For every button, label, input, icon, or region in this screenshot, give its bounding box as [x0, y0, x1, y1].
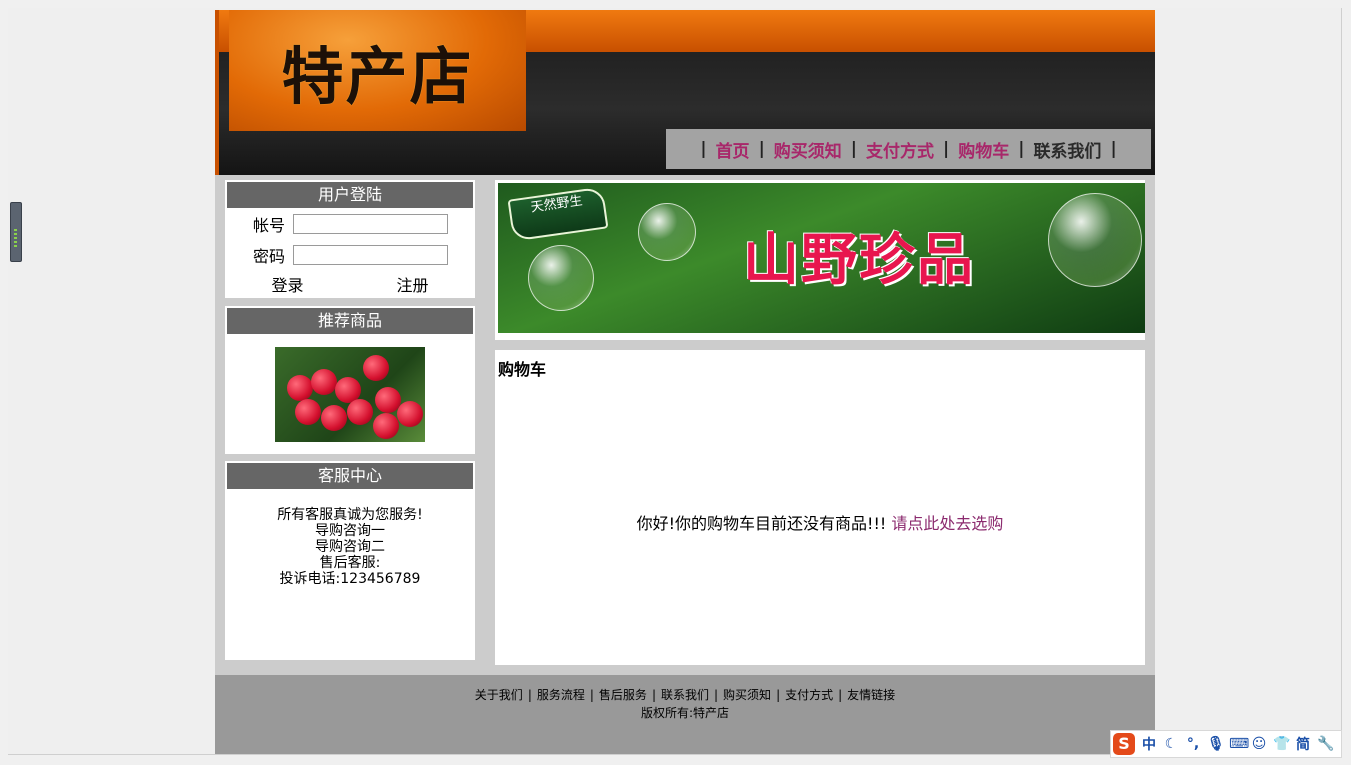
cart-title: 购物车 — [498, 360, 547, 379]
footer-link[interactable]: 支付方式 — [785, 688, 833, 702]
service-line: 导购咨询二 — [315, 539, 385, 555]
banner-tag: 天然野生 — [507, 186, 609, 242]
recommend-panel-title: 推荐商品 — [227, 308, 473, 334]
site-header: 特产店 | 首页 | 购买须知 | 支付方式 | 购物车 | 联系我们 | — [215, 10, 1155, 175]
berry-shape — [295, 399, 321, 425]
footer-link[interactable]: 售后服务 — [599, 688, 647, 702]
nav-separator: | — [1018, 139, 1025, 159]
berry-shape — [311, 369, 337, 395]
footer-separator: | — [838, 688, 843, 702]
nav-separator: | — [700, 139, 707, 159]
microphone-icon[interactable]: 🎙 — [1207, 736, 1225, 752]
service-line: 售后客服: — [319, 555, 381, 571]
login-panel: 用户登陆 帐号 密码 登录 注册 — [225, 180, 475, 298]
ime-logo-icon[interactable]: S — [1113, 733, 1135, 755]
service-line: 所有客服真诚为您服务! — [277, 507, 423, 523]
site-logo[interactable]: 特产店 — [229, 10, 526, 131]
berry-shape — [347, 399, 373, 425]
footer-link[interactable]: 服务流程 — [537, 688, 585, 702]
main-nav: | 首页 | 购买须知 | 支付方式 | 购物车 | 联系我们 | — [666, 129, 1151, 169]
cart-panel: 购物车 你好!你的购物车目前还没有商品!!! 请点此处去选购 — [495, 350, 1145, 665]
customer-service-title: 客服中心 — [227, 463, 473, 489]
go-shopping-link[interactable]: 请点此处去选购 — [891, 514, 1003, 533]
berry-shape — [373, 413, 399, 439]
footer-link[interactable]: 购买须知 — [723, 688, 771, 702]
punctuation-icon[interactable]: °, — [1185, 736, 1201, 752]
login-link[interactable]: 登录 — [271, 272, 303, 296]
ime-simplified-toggle[interactable]: 简 — [1295, 734, 1311, 754]
header-left-edge — [215, 10, 219, 175]
footer-links: 关于我们 | 服务流程 | 售后服务 | 联系我们 | 购买须知 | 支付方式 | 友情链接 — [215, 675, 1155, 703]
nav-separator: | — [1110, 139, 1117, 159]
empty-cart-text: 你好!你的购物车目前还没有商品!!! — [636, 514, 887, 533]
account-input[interactable] — [293, 213, 448, 234]
nav-separator: | — [943, 139, 950, 159]
skin-icon[interactable]: 👕 — [1273, 736, 1290, 752]
banner-container: 天然野生 山野珍品 — [495, 180, 1145, 340]
account-row: 帐号 — [225, 208, 475, 239]
account-label: 帐号 — [253, 215, 286, 235]
berry-shape — [321, 405, 347, 431]
nav-separator: | — [758, 139, 765, 159]
footer-copyright: 版权所有:特产店 — [640, 706, 730, 720]
logo-text: 特产店 — [281, 39, 474, 113]
nav-item[interactable]: 购买须知 — [774, 137, 842, 162]
banner-bubble — [1048, 193, 1142, 287]
ime-mode-toggle[interactable]: 中 — [1141, 734, 1157, 754]
login-panel-title: 用户登陆 — [227, 182, 473, 208]
footer-link[interactable]: 联系我们 — [661, 688, 709, 702]
nav-item[interactable]: 首页 — [716, 137, 750, 162]
recommend-panel: 推荐商品 — [225, 306, 475, 454]
banner-title: 山野珍品 — [743, 227, 975, 293]
password-input[interactable] — [293, 244, 448, 265]
nav-item[interactable]: 联系我们 — [1033, 137, 1101, 162]
footer-separator: | — [651, 688, 656, 702]
banner-bubble — [528, 245, 594, 311]
password-row: 密码 — [225, 239, 475, 270]
banner-bubble — [638, 203, 696, 261]
side-panel-handle[interactable] — [10, 202, 22, 262]
footer-separator: | — [527, 688, 532, 702]
nav-item[interactable]: 支付方式 — [866, 137, 934, 162]
footer-separator: | — [776, 688, 781, 702]
customer-service-lines: 所有客服真诚为您服务! 导购咨询一 导购咨询二 售后客服: 投诉电话:12345… — [225, 489, 475, 587]
berry-shape — [287, 375, 313, 401]
user-icon[interactable]: ☺ — [1251, 736, 1267, 752]
promo-banner[interactable]: 天然野生 山野珍品 — [498, 183, 1145, 333]
footer-separator: | — [714, 688, 719, 702]
service-line: 导购咨询一 — [315, 523, 385, 539]
berry-shape — [363, 355, 389, 381]
moon-icon[interactable]: ☾ — [1163, 736, 1179, 752]
recommended-product-image[interactable] — [275, 347, 425, 442]
keyboard-icon[interactable]: ⌨ — [1229, 736, 1249, 752]
footer-link[interactable]: 友情链接 — [847, 688, 895, 702]
service-line: 投诉电话:123456789 — [279, 571, 421, 587]
berry-shape — [397, 401, 423, 427]
footer-link[interactable]: 关于我们 — [475, 688, 523, 702]
nav-separator: | — [850, 139, 857, 159]
site-footer: 关于我们 | 服务流程 | 售后服务 | 联系我们 | 购买须知 | 支付方式 | 友情链接 版权所有:… — [215, 675, 1155, 754]
ime-toolbar: S 中 ☾ °, 🎙 ⌨ ☺ 👕 简 🔧 — [1110, 730, 1342, 758]
register-link[interactable]: 注册 — [396, 272, 428, 296]
footer-separator: | — [589, 688, 594, 702]
empty-cart-message: 你好!你的购物车目前还没有商品!!! 请点此处去选购 — [495, 510, 1145, 534]
customer-service-panel: 客服中心 所有客服真诚为您服务! 导购咨询一 导购咨询二 售后客服: 投诉电话:… — [225, 461, 475, 660]
login-actions: 登录 注册 — [225, 270, 475, 296]
nav-item[interactable]: 购物车 — [958, 137, 1009, 162]
page-container: 特产店 | 首页 | 购买须知 | 支付方式 | 购物车 | 联系我们 | 用户登陆 帐号 密码 登… — [215, 10, 1155, 754]
wrench-icon[interactable]: 🔧 — [1317, 736, 1334, 752]
password-label: 密码 — [253, 246, 286, 266]
